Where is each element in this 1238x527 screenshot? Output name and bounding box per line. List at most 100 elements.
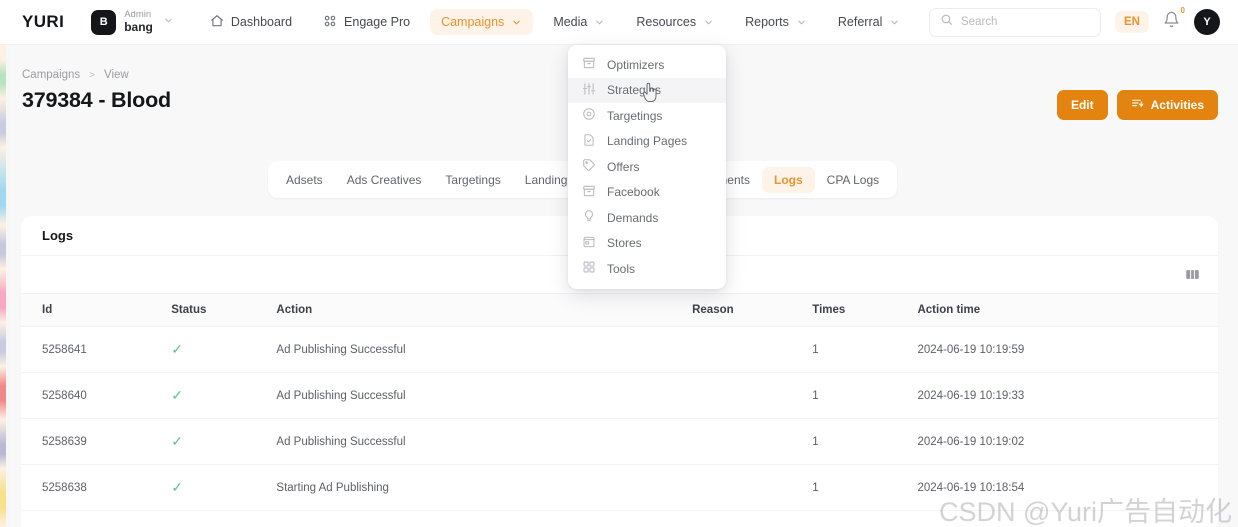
topbar-right-cluster: EN 0 Y: [929, 6, 1220, 37]
edit-button[interactable]: Edit: [1056, 90, 1108, 120]
search-input[interactable]: [961, 16, 1092, 28]
avatar[interactable]: Y: [1194, 9, 1220, 35]
menu-item-facebook[interactable]: Facebook: [568, 180, 726, 206]
chevron-down-icon: [705, 20, 712, 24]
account-role: Admin: [124, 8, 152, 20]
menu-item-landing-pages[interactable]: Landing Pages: [568, 129, 726, 155]
grid-icon: [323, 14, 337, 31]
nav-label: Media: [553, 15, 588, 29]
logs-table-body: 5258641 ✓ Ad Publishing Successful 1 202…: [21, 326, 1218, 527]
nav-item-reports[interactable]: Reports: [734, 9, 818, 35]
nav-item-dashboard[interactable]: Dashboard: [199, 8, 303, 37]
home-icon: [210, 14, 224, 31]
menu-item-demands[interactable]: Demands: [568, 205, 726, 231]
tab-cpa-logs[interactable]: CPA Logs: [815, 167, 891, 193]
search-box[interactable]: [929, 7, 1102, 37]
logs-table: Id Status Action Reason Times Action tim…: [21, 294, 1218, 527]
nav-item-referral[interactable]: Referral: [827, 9, 911, 35]
col-action[interactable]: Action: [276, 294, 693, 327]
col-id[interactable]: Id: [21, 294, 172, 327]
menu-item-label: Landing Pages: [607, 134, 688, 149]
breadcrumb: Campaigns > View: [22, 69, 129, 81]
menu-item-strategies[interactable]: Strategies: [568, 77, 726, 103]
breadcrumb-root[interactable]: Campaigns: [22, 69, 80, 81]
col-times[interactable]: Times: [812, 294, 918, 327]
menu-item-label: Tools: [607, 261, 636, 276]
target-icon: [582, 107, 596, 124]
nav-item-engage-pro[interactable]: Engage Pro: [312, 8, 421, 37]
activities-button-label: Activities: [1150, 98, 1204, 112]
cell-reason: [692, 326, 813, 373]
menu-item-optimizers[interactable]: Optimizers: [568, 52, 726, 78]
notifications-button[interactable]: 0: [1163, 6, 1185, 33]
cell-action-time: 2024-06-19 10:19:59: [917, 326, 1218, 373]
sliders-icon: [582, 82, 596, 99]
check-icon: ✓: [171, 341, 183, 357]
cell-id: 5258640: [21, 372, 172, 419]
cell-id: 5258638: [21, 464, 172, 511]
cell-status: ✓: [171, 326, 277, 373]
activities-button[interactable]: Activities: [1116, 90, 1218, 120]
cell-times: 1: [812, 326, 918, 373]
page-actions: Edit Activities: [1056, 90, 1218, 120]
tab-targetings[interactable]: Targetings: [433, 167, 512, 193]
nav-label: Resources: [636, 15, 697, 29]
cell-action: Ad Publishing Successful: [276, 326, 693, 373]
cell-reason: [692, 418, 813, 465]
nav-label: Dashboard: [230, 15, 293, 29]
account-name: bang: [124, 19, 153, 34]
top-navigation-bar: YURI B Admin bang Dashboard Engage Pro C…: [0, 0, 1238, 45]
nav-item-media[interactable]: Media: [542, 9, 616, 35]
chevron-down-icon: [513, 20, 521, 24]
tab-adsets[interactable]: Adsets: [274, 167, 335, 193]
cell-reason: [692, 372, 813, 419]
document-check-icon: [582, 133, 596, 150]
check-icon: ✓: [171, 387, 183, 403]
app-logo[interactable]: YURI: [22, 12, 64, 32]
table-row[interactable]: 5258641 ✓ Ad Publishing Successful 1 202…: [21, 326, 1218, 373]
table-row[interactable]: 5258639 ✓ Ad Publishing Successful 1 202…: [21, 418, 1218, 465]
tab-ads-creatives[interactable]: Ads Creatives: [335, 167, 434, 193]
cell-action-time: 2024-06-19 10:18:52: [917, 510, 1218, 527]
breadcrumb-separator: >: [89, 69, 96, 81]
table-row[interactable]: 5258640 ✓ Ad Publishing Successful 1 202…: [21, 372, 1218, 419]
menu-item-offers[interactable]: Offers: [568, 154, 726, 180]
cell-times: 1: [812, 510, 918, 527]
nav-label: Referral: [837, 15, 883, 29]
account-badge: B: [91, 9, 117, 35]
account-switcher[interactable]: B Admin bang: [91, 8, 174, 35]
cell-status: ✓: [171, 372, 277, 419]
notification-count: 0: [1180, 6, 1185, 15]
archive-box-icon: [582, 184, 596, 201]
menu-item-tools[interactable]: Tools: [568, 256, 726, 282]
nav-label: Reports: [745, 15, 789, 29]
logs-table-header: Id Status Action Reason Times Action tim…: [21, 294, 1218, 327]
cell-times: 1: [812, 372, 918, 419]
tag-icon: [582, 158, 596, 175]
table-row[interactable]: 5258637 ✓ Ad Account Assignment Successf…: [21, 510, 1218, 527]
columns-icon[interactable]: [1185, 268, 1200, 281]
breadcrumb-current[interactable]: View: [104, 69, 129, 81]
col-status[interactable]: Status: [171, 294, 277, 327]
menu-item-label: Strategies: [607, 83, 662, 98]
language-selector[interactable]: EN: [1115, 11, 1149, 33]
cell-action: Ad Publishing Successful: [276, 372, 693, 419]
col-action-time[interactable]: Action time: [917, 294, 1218, 327]
cell-action-time: 2024-06-19 10:18:54: [917, 464, 1218, 511]
grid-icon: [582, 260, 596, 277]
cell-action: Ad Account Assignment Successful: [276, 510, 693, 527]
nav-item-resources[interactable]: Resources: [625, 9, 725, 35]
table-row[interactable]: 5258638 ✓ Starting Ad Publishing 1 2024-…: [21, 464, 1218, 511]
col-reason[interactable]: Reason: [692, 294, 813, 327]
cell-status: ✓: [171, 464, 277, 511]
cell-id: 5258637: [21, 510, 172, 527]
main-nav: Dashboard Engage Pro Campaigns Media Res…: [199, 8, 920, 37]
menu-item-stores[interactable]: Stores: [568, 231, 726, 257]
cell-times: 1: [812, 418, 918, 465]
menu-item-label: Targetings: [607, 108, 663, 123]
menu-item-label: Facebook: [607, 185, 660, 200]
nav-item-campaigns[interactable]: Campaigns: [430, 9, 534, 35]
menu-item-targetings[interactable]: Targetings: [568, 103, 726, 129]
chevron-down-icon: [163, 13, 174, 31]
tab-logs[interactable]: Logs: [761, 166, 815, 193]
